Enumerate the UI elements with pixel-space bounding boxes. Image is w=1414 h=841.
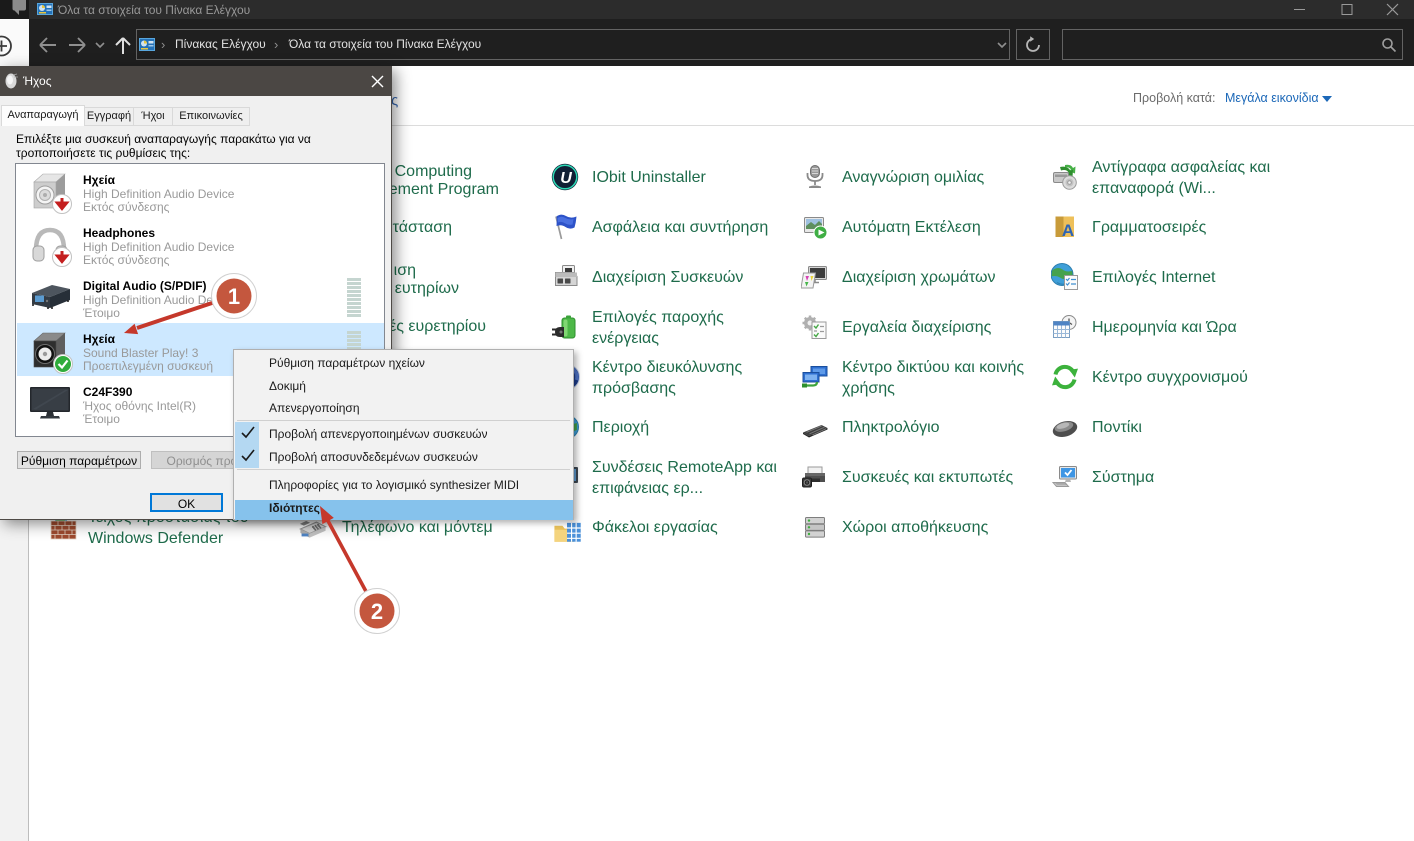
svg-text:U: U xyxy=(560,170,572,187)
svg-text:2: 2 xyxy=(371,599,383,624)
svg-text:A: A xyxy=(1062,221,1074,240)
